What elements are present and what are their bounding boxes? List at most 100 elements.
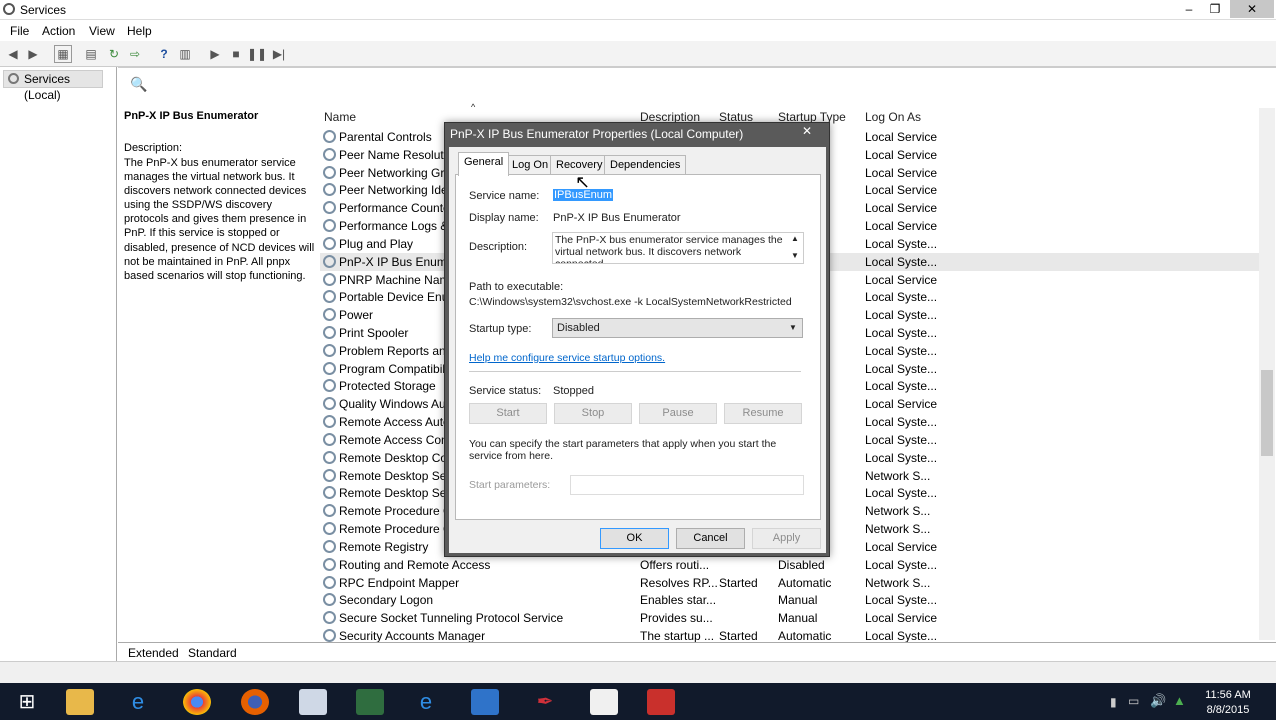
menu-action[interactable]: Action — [42, 24, 75, 38]
service-status-value: Stopped — [553, 385, 594, 397]
app-icon[interactable] — [356, 689, 384, 715]
description-value: The PnP-X bus enumerator service manages… — [555, 234, 783, 264]
detail-title: PnP-X IP Bus Enumerator — [124, 110, 259, 122]
show-hide-icon[interactable]: ▥ — [176, 45, 194, 63]
stop-button[interactable]: Stop — [554, 403, 632, 424]
startup-type-select[interactable]: Disabled ▼ — [552, 318, 803, 338]
chrome-icon[interactable] — [183, 689, 211, 715]
service-name: Remote Desktop Serv — [339, 468, 457, 483]
service-name: Remote Desktop Serv — [339, 486, 457, 501]
service-name: Routing and Remote Access — [339, 557, 491, 572]
restart-service-icon[interactable]: ▶| — [270, 45, 288, 63]
service-startup-type: Automatic — [778, 575, 832, 590]
file-explorer-icon[interactable] — [66, 689, 94, 715]
vertical-scrollbar[interactable] — [1259, 108, 1275, 640]
drive-sync-icon[interactable]: ▲ — [1173, 693, 1186, 708]
menu-file[interactable]: File — [10, 24, 29, 38]
service-name: Security Accounts Manager — [339, 628, 486, 643]
service-log-on-as: Local Service — [865, 219, 938, 234]
gear-icon — [8, 73, 19, 84]
gear-icon — [323, 290, 336, 304]
clock-time: 11:56 AM — [1205, 689, 1251, 701]
minimize-button[interactable]: – — [1176, 0, 1202, 18]
back-arrow-icon[interactable]: ◀ — [4, 45, 22, 63]
pause-button[interactable]: Pause — [639, 403, 717, 424]
service-name-label: Service name: — [469, 190, 540, 202]
gear-icon — [323, 415, 336, 429]
service-name: Power — [339, 308, 374, 323]
scrollbar-thumb[interactable] — [1261, 370, 1273, 456]
system-clock[interactable]: 11:56 AM 8/8/2015 — [1198, 688, 1258, 718]
console-tree-icon[interactable]: ▦ — [54, 45, 72, 63]
column-header-name[interactable]: Name — [324, 110, 356, 124]
properties-dialog: PnP-X IP Bus Enumerator Properties (Loca… — [444, 122, 830, 557]
service-name: PNRP Machine Name — [339, 272, 457, 287]
gear-icon — [323, 308, 336, 322]
ok-button[interactable]: OK — [600, 528, 669, 549]
tab-standard[interactable]: Standard — [188, 646, 237, 660]
document-icon[interactable] — [471, 689, 499, 715]
description-box[interactable]: The PnP-X bus enumerator service manages… — [552, 232, 804, 264]
tab-dependencies[interactable]: Dependencies — [604, 155, 687, 175]
table-row[interactable]: Secondary Logon Enables star... Manual Loca… — [320, 591, 1260, 609]
properties-list-icon[interactable]: ▤ — [82, 45, 100, 63]
column-header-log-on-as[interactable]: Log On As — [865, 110, 921, 124]
service-name: Secondary Logon — [339, 593, 434, 608]
gear-icon — [323, 272, 336, 286]
service-name: Remote Access Conn — [339, 432, 455, 447]
stop-service-icon[interactable]: ■ — [227, 45, 245, 63]
help-configure-link[interactable]: Help me configure service startup option… — [469, 352, 665, 364]
resume-button[interactable]: Resume — [724, 403, 802, 424]
toolbox-icon[interactable] — [647, 689, 675, 715]
start-button[interactable]: Start — [469, 403, 547, 424]
battery-icon[interactable]: ▮ — [1110, 695, 1117, 709]
scroll-down-icon[interactable]: ▼ — [791, 251, 799, 260]
internet-explorer-icon[interactable]: e — [124, 689, 152, 715]
path-value[interactable]: C:\Windows\system32\svchost.exe -k Local… — [469, 296, 792, 308]
service-name: RPC Endpoint Mapper — [339, 575, 460, 590]
forward-arrow-icon[interactable]: ▶ — [24, 45, 42, 63]
service-log-on-as: Local Syste... — [865, 343, 938, 358]
table-row[interactable]: RPC Endpoint Mapper Resolves RP... Started… — [320, 574, 1260, 592]
internet-explorer-icon-2[interactable]: e — [412, 689, 440, 715]
service-log-on-as: Local Service — [865, 130, 938, 144]
menu-view[interactable]: View — [89, 24, 115, 38]
service-name: Performance Counte — [339, 201, 450, 216]
start-params-input[interactable] — [570, 475, 804, 495]
tab-general[interactable]: General — [458, 152, 510, 176]
windows-start-icon[interactable]: ⊞ — [13, 689, 41, 715]
service-name: Secure Socket Tunneling Protocol Service — [339, 611, 564, 626]
service-log-on-as: Local Service — [865, 397, 938, 412]
calculator-icon[interactable] — [299, 689, 327, 715]
scroll-up-icon[interactable]: ▲ — [791, 234, 799, 243]
apply-button[interactable]: Apply — [752, 528, 821, 549]
service-name: Remote Procedure Ca — [339, 504, 459, 519]
pause-service-icon[interactable]: ❚❚ — [247, 45, 267, 63]
display-name-value[interactable]: PnP-X IP Bus Enumerator — [553, 212, 681, 224]
feather-app-icon[interactable]: ✒ — [531, 689, 559, 715]
dialog-close-button[interactable]: ✕ — [789, 123, 825, 141]
cancel-button[interactable]: Cancel — [676, 528, 745, 549]
volume-icon[interactable]: 🔊 — [1150, 693, 1166, 709]
close-button[interactable]: ✕ — [1230, 0, 1274, 18]
office-icon[interactable] — [590, 689, 618, 715]
gear-icon — [323, 468, 336, 482]
export-icon[interactable]: ⇨ — [126, 45, 144, 63]
tab-log-on[interactable]: Log On — [506, 155, 555, 175]
maximize-button[interactable]: ❐ — [1202, 0, 1228, 18]
service-name: Performance Logs & — [339, 219, 449, 234]
gear-icon — [323, 361, 336, 375]
network-icon[interactable]: ▭ — [1128, 694, 1139, 708]
table-row[interactable]: Routing and Remote Access Offers routi...… — [320, 556, 1260, 574]
tab-extended[interactable]: Extended — [128, 646, 179, 660]
service-log-on-as: Local Syste... — [865, 361, 938, 376]
service-description: Resolves RP... — [640, 575, 718, 590]
start-service-icon[interactable]: ▶ — [206, 45, 224, 63]
service-name: Protected Storage — [339, 379, 436, 394]
table-row[interactable]: Secure Socket Tunneling Protocol Service… — [320, 609, 1260, 627]
menu-help[interactable]: Help — [127, 24, 152, 38]
refresh-icon[interactable]: ↻ — [105, 45, 123, 63]
tree-node-services-local[interactable]: Services (Local) — [3, 70, 103, 102]
firefox-icon[interactable] — [241, 689, 269, 715]
help-icon[interactable]: ? — [155, 45, 173, 63]
